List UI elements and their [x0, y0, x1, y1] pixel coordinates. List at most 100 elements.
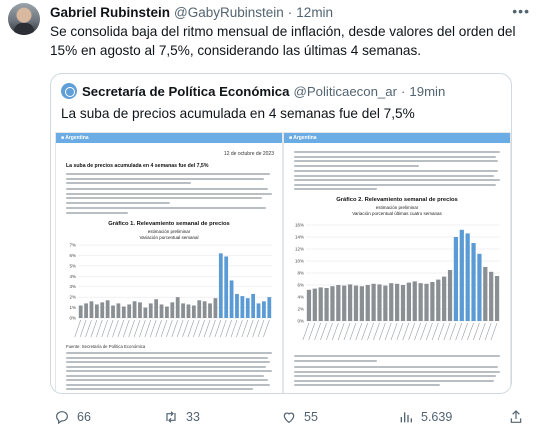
bar — [100, 302, 105, 318]
tweet-time[interactable]: 12min — [296, 5, 333, 20]
x-tick-label — [220, 319, 227, 338]
bar — [365, 285, 370, 321]
doc-header-bar: ■ Argentina — [56, 133, 282, 143]
retweet-icon — [166, 411, 176, 423]
x-tick-label — [437, 322, 445, 341]
x-tick-label — [79, 319, 87, 338]
x-tick-label — [209, 319, 216, 338]
bar — [121, 306, 126, 318]
tweet-header: Gabriel Rubinstein @GabyRubinstein · 12m… — [50, 3, 333, 21]
reply-icon — [56, 411, 68, 425]
x-tick-label — [149, 319, 157, 338]
bar — [208, 303, 212, 318]
bar — [318, 287, 323, 321]
more-icon[interactable]: ••• — [512, 3, 530, 19]
author-avatar[interactable] — [8, 3, 40, 35]
x-tick-label — [123, 319, 130, 338]
bar — [148, 303, 153, 318]
chart-2-subtitle-2: Variación porcentual últimas cuatro sema… — [352, 211, 442, 216]
bar — [442, 276, 447, 321]
like-button[interactable]: 55 — [281, 409, 318, 425]
y-tick-label: 4% — [297, 295, 304, 300]
x-tick-label — [467, 322, 474, 341]
x-tick-label — [473, 322, 480, 341]
x-tick-label — [337, 322, 345, 341]
quoted-author-name[interactable]: Secretaría de Política Económica — [82, 84, 289, 99]
x-tick-label — [425, 322, 433, 341]
y-tick-label: 7% — [69, 243, 76, 248]
y-tick-label: 5% — [69, 263, 76, 268]
bar — [342, 285, 347, 321]
chart-1-subtitle-2: Variación porcentual semanal — [139, 235, 199, 240]
share-button[interactable] — [508, 409, 531, 425]
bar — [138, 302, 142, 318]
bar — [89, 301, 94, 318]
y-tick-label: 14% — [295, 235, 304, 240]
doc-paragraph — [66, 352, 274, 393]
views-icon — [400, 412, 412, 423]
y-tick-label: 0% — [69, 316, 76, 321]
x-tick-label — [187, 319, 195, 338]
quoted-tweet-time[interactable]: 19min — [409, 84, 445, 99]
doc-paragraph — [66, 173, 274, 187]
y-tick-label: 0% — [297, 319, 304, 324]
bar — [359, 286, 364, 321]
attached-image-2[interactable]: ■ Argentina Gráfico 2. Relevamiento sema… — [283, 132, 511, 393]
bar — [324, 288, 329, 321]
y-tick-label: 2% — [69, 295, 76, 300]
bar — [436, 279, 441, 321]
x-tick-label — [166, 319, 173, 338]
quoted-author-avatar[interactable] — [61, 83, 77, 99]
bar — [477, 253, 482, 321]
bar — [181, 303, 185, 318]
retweet-count: 33 — [186, 410, 200, 424]
bar — [406, 282, 411, 321]
tweet[interactable]: Gabriel Rubinstein @GabyRubinstein · 12m… — [0, 0, 538, 441]
bar — [213, 298, 218, 318]
doc-paragraph — [294, 366, 502, 389]
retweet-button[interactable]: 33 — [163, 409, 200, 425]
bar — [312, 288, 317, 321]
bar — [229, 280, 234, 318]
bar — [262, 301, 266, 318]
bar — [111, 305, 115, 318]
x-tick-label — [246, 319, 254, 338]
y-tick-label: 12% — [295, 247, 304, 252]
y-tick-label: 3% — [69, 284, 76, 289]
views-button[interactable]: 5.639 — [398, 409, 452, 425]
author-name[interactable]: Gabriel Rubinstein — [50, 5, 170, 20]
bar — [175, 297, 180, 318]
x-tick-label — [257, 319, 265, 338]
x-tick-label — [490, 322, 498, 341]
x-tick-label — [214, 319, 222, 338]
y-tick-label: 10% — [295, 259, 304, 264]
author-handle[interactable]: @GabyRubinstein — [174, 5, 284, 20]
chart-1: 0% 1% 2% 3% 4% 5% 6% 7% — [69, 243, 272, 338]
x-tick-label — [431, 322, 439, 341]
y-tick-label: 4% — [69, 274, 76, 279]
x-tick-label — [176, 319, 184, 338]
x-tick-label — [203, 319, 211, 338]
reply-count: 66 — [77, 410, 91, 424]
y-tick-label: 1% — [69, 305, 76, 310]
bar — [453, 237, 459, 321]
quoted-tweet[interactable]: Secretaría de Política Económica @Politi… — [50, 73, 512, 394]
quoted-tweet-text: La suba de precios acumulada en 4 semana… — [61, 106, 415, 121]
like-icon — [283, 412, 295, 424]
x-tick-label — [74, 319, 81, 338]
x-tick-label — [314, 322, 321, 341]
x-tick-label — [90, 319, 98, 338]
bar — [143, 307, 148, 318]
reply-button[interactable]: 66 — [54, 409, 91, 425]
attached-image-1[interactable]: ■ Argentina 12 de octubre de 2023 La sub… — [55, 132, 283, 393]
bar — [256, 303, 261, 318]
chart-2: 0% 2% 4% 6% 8% 10% 12% 14% 16% — [295, 223, 500, 341]
bar — [159, 304, 164, 318]
bar — [116, 303, 121, 318]
x-tick-label — [182, 319, 189, 338]
doc-paragraph — [66, 188, 274, 206]
separator: · — [401, 83, 406, 99]
quoted-author-handle[interactable]: @Politicaecon_ar — [293, 84, 397, 99]
x-tick-label — [449, 322, 457, 341]
chart-1-subtitle: estimación preliminar — [147, 229, 191, 234]
